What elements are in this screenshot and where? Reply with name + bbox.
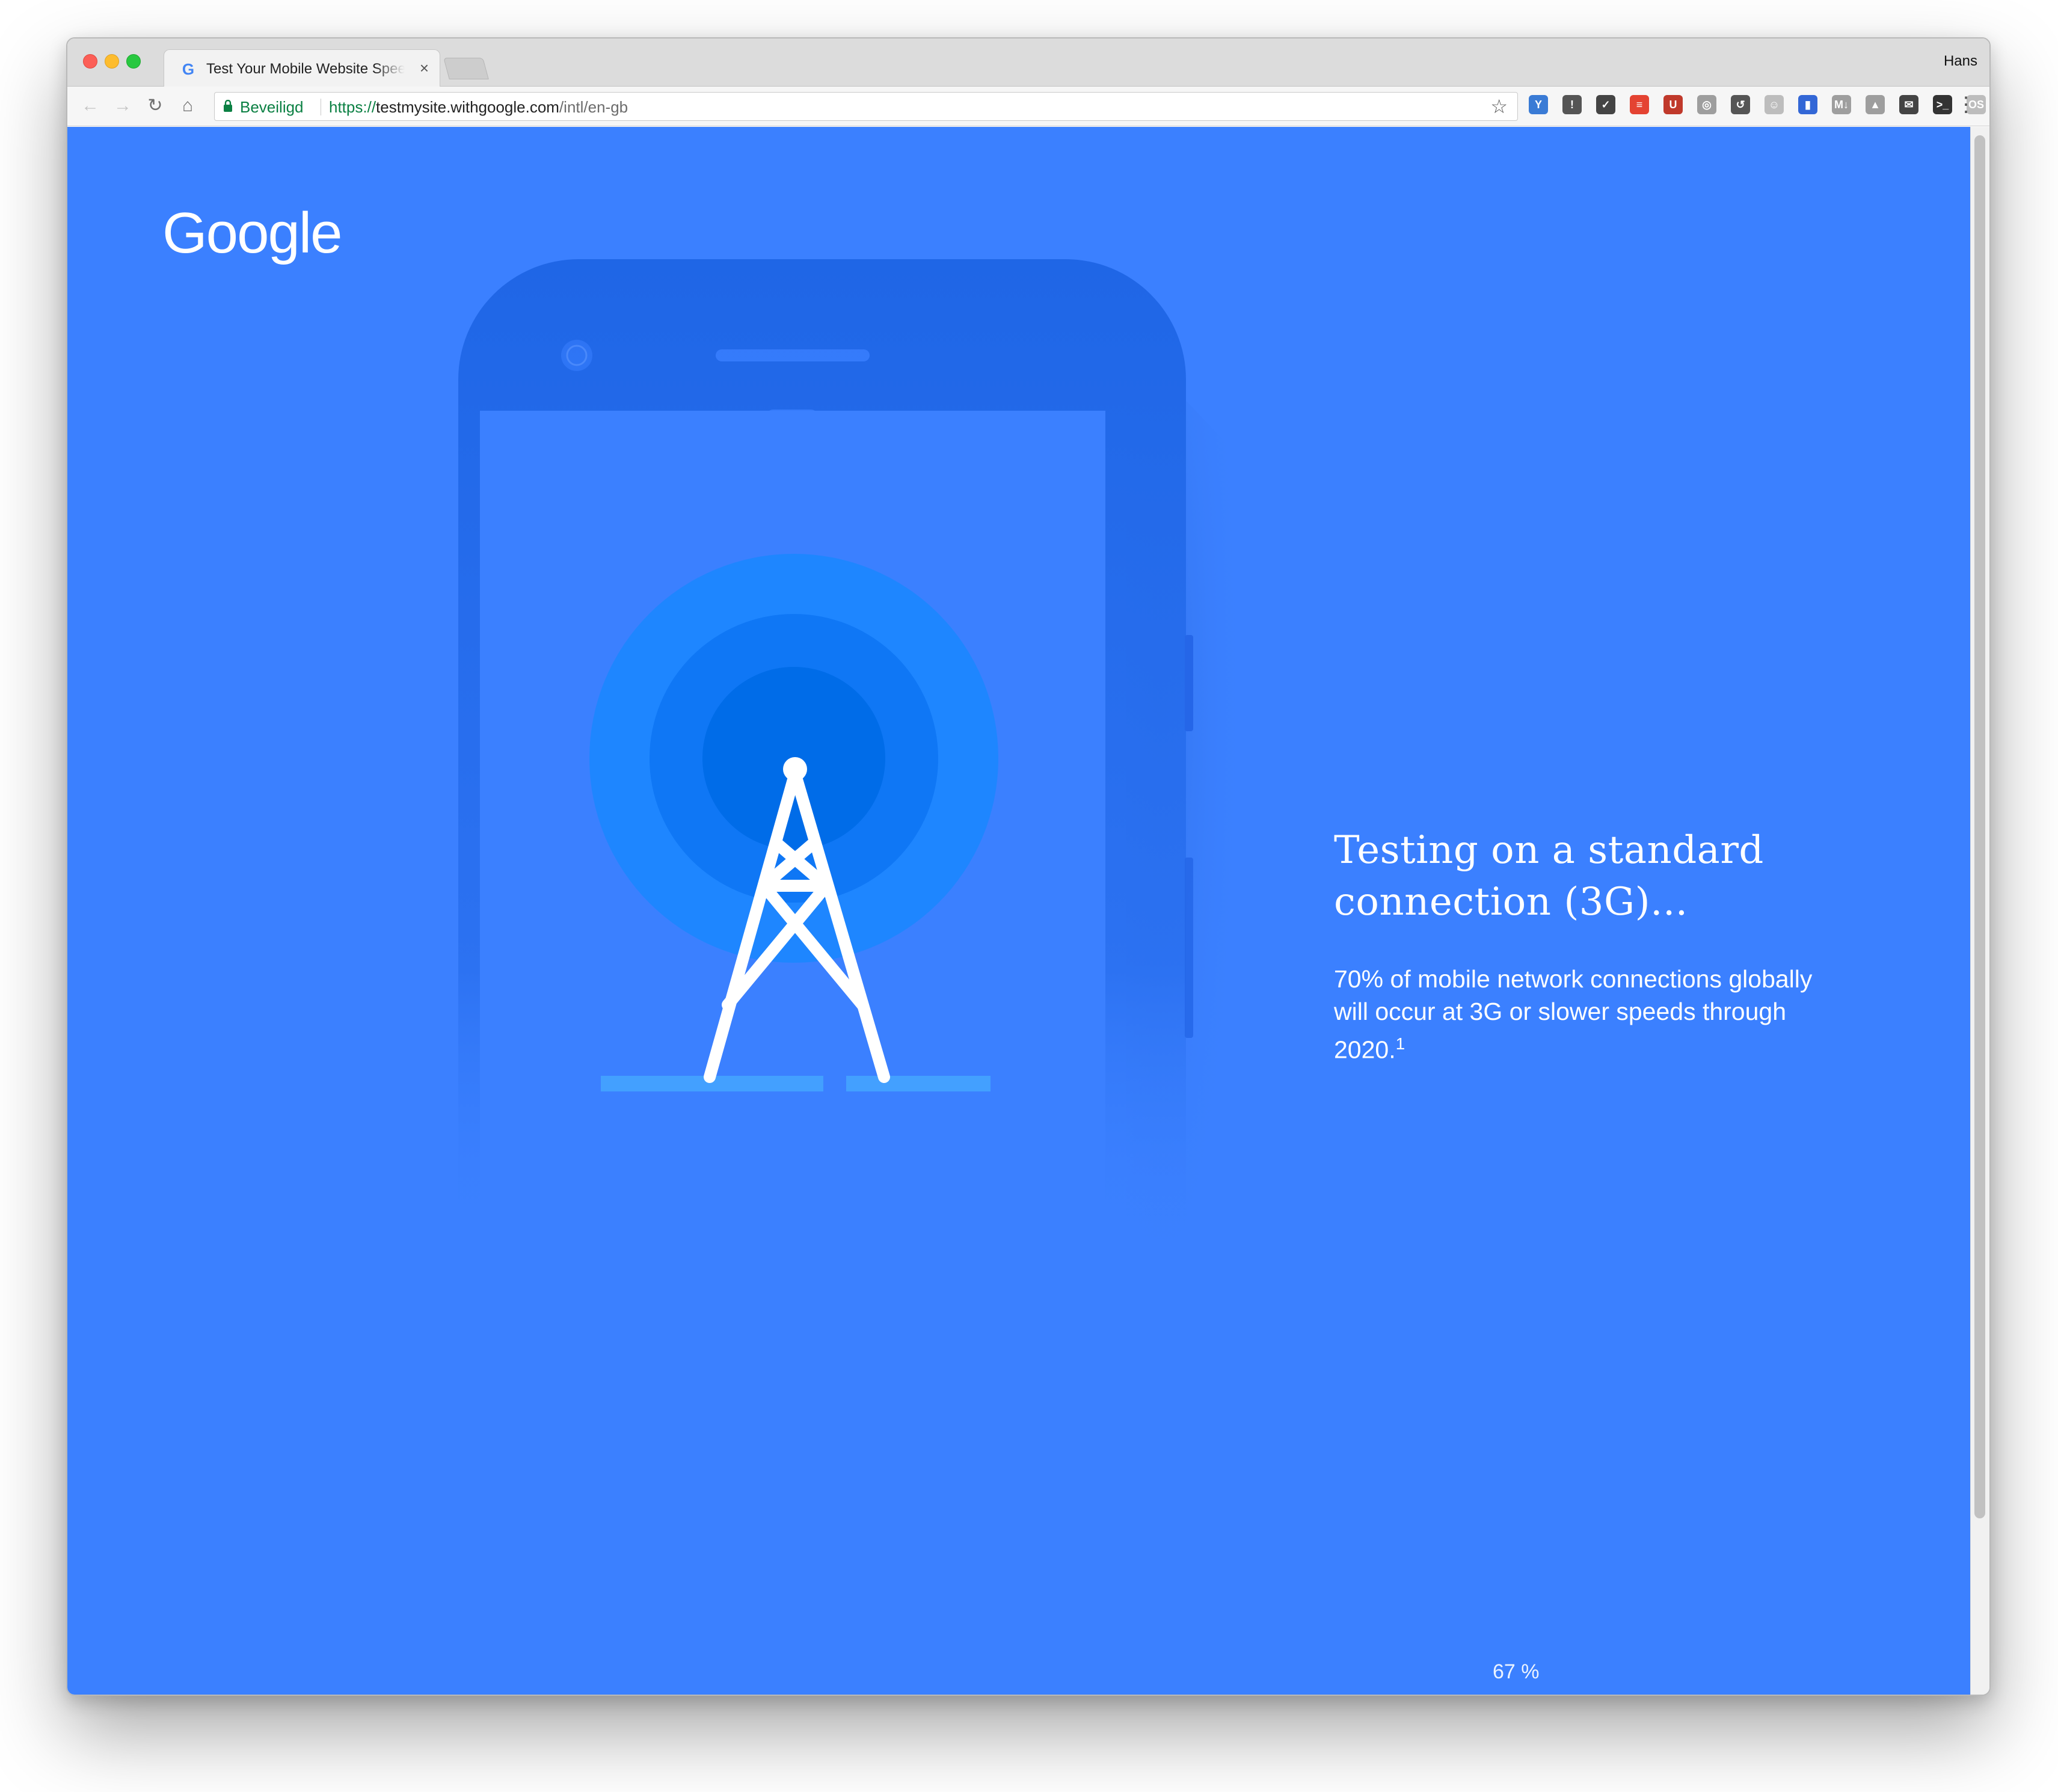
maximize-window-button[interactable] [126, 54, 141, 69]
phone-speaker [716, 349, 870, 361]
menu-icon[interactable]: ⋮ [1956, 94, 1976, 115]
profile-name[interactable]: Hans [1944, 53, 1977, 70]
phone-camera [561, 340, 592, 371]
page-content: Google Testing on a standard connection … [67, 127, 1973, 1695]
scrollbar-thumb[interactable] [1974, 135, 1985, 1518]
phone-side-button [1185, 858, 1193, 1038]
ground-line-right [846, 1076, 991, 1091]
drive-icon[interactable]: ▲ [1866, 95, 1885, 114]
forward-arrow-icon[interactable]: → [112, 95, 134, 117]
scrollbar-track[interactable] [1970, 127, 1989, 1695]
phone-side-button [1185, 635, 1193, 731]
reload-icon[interactable]: ↻ [144, 95, 166, 117]
info-icon[interactable]: ! [1562, 95, 1582, 114]
close-window-button[interactable] [83, 54, 97, 69]
tab-close-icon[interactable]: × [420, 59, 429, 77]
extension-icons: Y!✓≡U◎↺☺▮M↓▲✉>_OSCS [1529, 95, 1989, 114]
back-arrow-icon[interactable]: ← [79, 95, 101, 117]
home-icon[interactable]: ⌂ [177, 95, 198, 117]
secure-label: Beveiligd [240, 98, 304, 116]
page-icon[interactable]: ▮ [1798, 95, 1817, 114]
page-description: 70% of mobile network connections global… [1334, 963, 1827, 1066]
description-text: 70% of mobile network connections global… [1334, 965, 1813, 1064]
url-text: https://testmysite.withgoogle.com/intl/e… [329, 99, 628, 115]
google-favicon-icon: G [182, 60, 195, 78]
url-path: /intl/en-gb [559, 98, 628, 116]
browser-window: G Test Your Mobile Website Speed and Per… [66, 37, 1991, 1696]
lock-icon [224, 100, 232, 112]
tab-title: Test Your Mobile Website Speed and Perfo… [206, 61, 405, 77]
google-logo: Google [162, 201, 343, 265]
sync-icon[interactable]: ↺ [1731, 95, 1750, 114]
todoist-icon[interactable]: ≡ [1630, 95, 1649, 114]
address-bar[interactable]: Beveiligd https://testmysite.withgoogle.… [214, 92, 1518, 121]
page-headline: Testing on a standard connection (3G)... [1334, 828, 1764, 924]
url-scheme: https:// [329, 98, 376, 116]
new-tab-button[interactable] [443, 58, 489, 79]
progress-percent: 67 % [1493, 1660, 1540, 1683]
phone-illustration [458, 259, 1246, 1313]
footnote-marker[interactable]: 1 [1396, 1034, 1405, 1053]
minimize-window-button[interactable] [105, 54, 119, 69]
vivaldi-icon[interactable]: Y [1529, 95, 1548, 114]
bookmark-star-icon[interactable]: ☆ [1490, 96, 1508, 117]
mail-icon[interactable]: ✉ [1899, 95, 1918, 114]
ghost-icon[interactable]: ☺ [1765, 95, 1784, 114]
markdown-icon[interactable]: M↓ [1832, 95, 1851, 114]
pocket-icon[interactable]: ✓ [1596, 95, 1615, 114]
tower-beacon [783, 757, 807, 781]
lastpass-icon[interactable]: U [1663, 95, 1683, 114]
active-tab[interactable]: G Test Your Mobile Website Speed and Per… [164, 49, 440, 87]
tab-strip: G Test Your Mobile Website Speed and Per… [67, 38, 1989, 87]
power-icon[interactable]: ◎ [1697, 95, 1716, 114]
browser-toolbar: ← → ↻ ⌂ Beveiligd https://testmysite.wit… [67, 87, 1989, 126]
url-host: testmysite.withgoogle.com [376, 98, 559, 116]
terminal-icon[interactable]: >_ [1933, 95, 1952, 114]
